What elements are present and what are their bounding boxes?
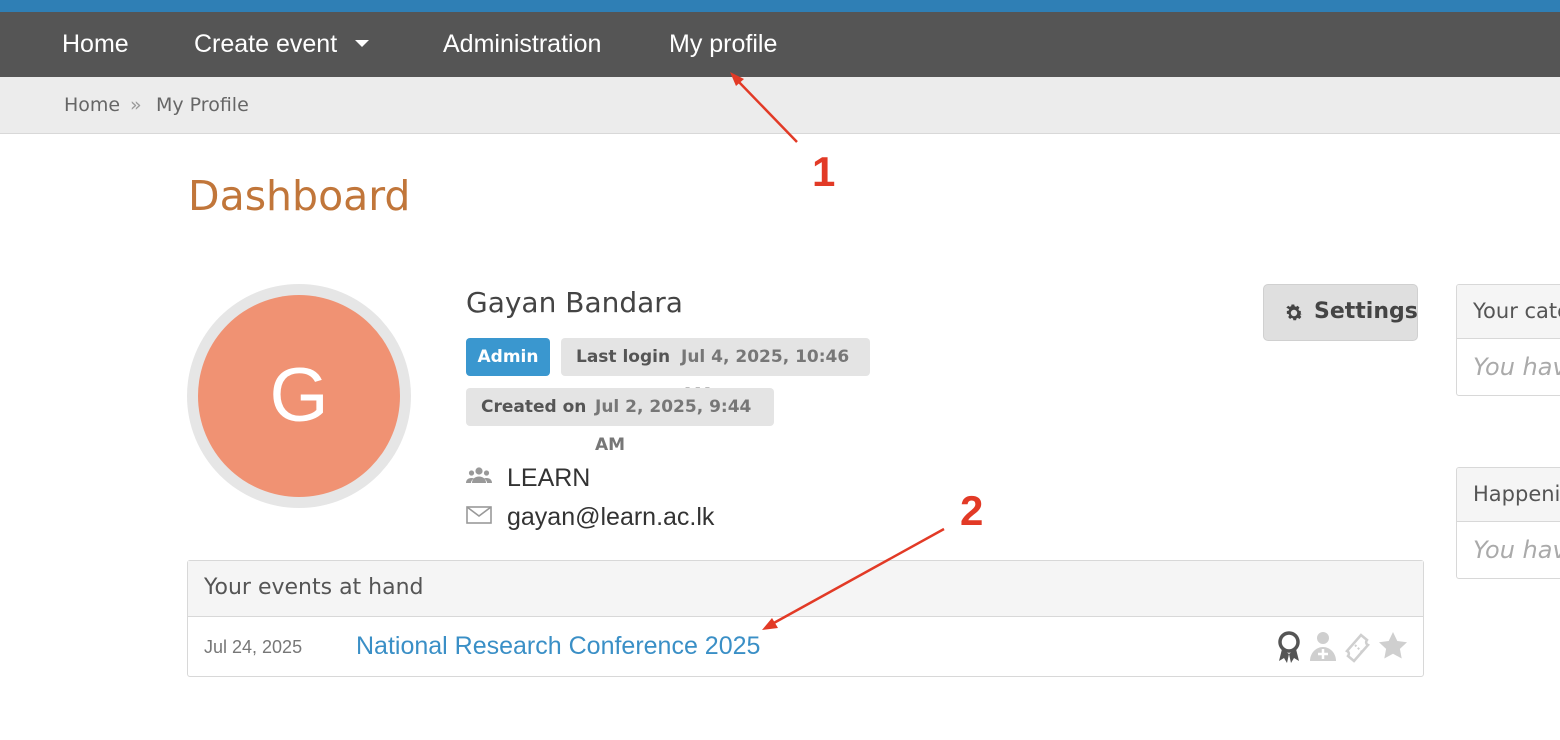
annotation-marker-2: 2 [960, 487, 984, 534]
annotation-arrows [730, 72, 945, 630]
annotation-arrow-2 [771, 527, 945, 626]
annotation-marker-1: 1 [812, 148, 836, 195]
annotation-arrowhead-2 [762, 618, 778, 630]
annotation-arrow-1 [736, 79, 798, 143]
